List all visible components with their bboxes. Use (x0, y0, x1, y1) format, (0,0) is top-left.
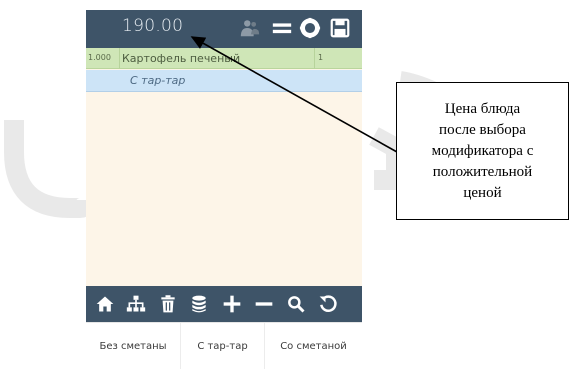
settings-icon[interactable] (298, 16, 322, 40)
top-bar: 190.00 (86, 10, 362, 48)
annotation-callout: Цена блюда после выбора модификатора с п… (396, 82, 569, 220)
modifier-name: С тар-тар (130, 74, 186, 87)
save-icon[interactable] (328, 16, 352, 40)
sitemap-icon[interactable] (124, 292, 148, 316)
pos-app-window: 190.00 1.000 Картофель печеный 1 С тар-т… (86, 10, 362, 369)
action-toolbar (86, 286, 362, 322)
modifier-row[interactable]: С тар-тар (86, 70, 362, 92)
modifier-option-no-sour-cream[interactable]: Без сметаны (86, 323, 180, 369)
modifier-option-tartar[interactable]: С тар-тар (180, 323, 264, 369)
order-item-row[interactable]: 1.000 Картофель печеный 1 (86, 48, 362, 69)
callout-text: Цена блюда после выбора модификатора с п… (431, 100, 534, 201)
modifier-options-bar: Без сметаны С тар-тар Со сметаной (86, 322, 362, 369)
database-icon[interactable] (187, 292, 211, 316)
plus-icon[interactable] (220, 292, 244, 316)
menu-icon[interactable] (270, 16, 294, 40)
refresh-icon[interactable] (316, 292, 340, 316)
order-total-price: 190.00 (122, 16, 184, 36)
modifier-option-sour-cream[interactable]: Со сметаной (264, 323, 362, 369)
minus-icon[interactable] (252, 292, 276, 316)
trash-icon[interactable] (156, 292, 180, 316)
home-icon[interactable] (93, 292, 117, 316)
item-quantity: 1.000 (88, 53, 111, 62)
search-icon[interactable] (284, 292, 308, 316)
item-count: 1 (318, 53, 324, 62)
item-name: Картофель печеный (122, 52, 241, 65)
column-divider (119, 48, 120, 69)
users-icon[interactable] (238, 16, 262, 40)
order-list-empty-area (86, 93, 362, 286)
column-divider (314, 48, 315, 69)
